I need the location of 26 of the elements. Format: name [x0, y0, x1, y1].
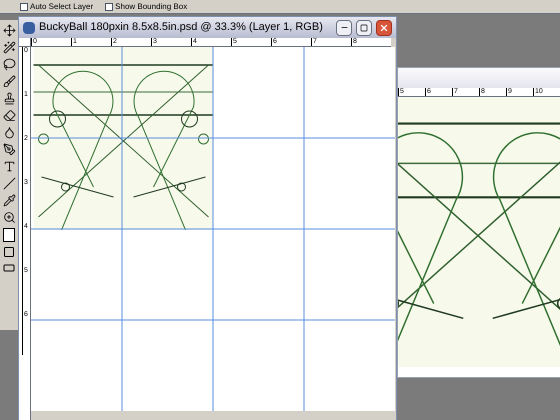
tool-icon[interactable] — [2, 24, 16, 37]
tool-icon[interactable] — [2, 92, 16, 105]
tool-icon[interactable] — [2, 109, 16, 122]
checkbox[interactable] — [105, 2, 114, 10]
close-button[interactable] — [376, 20, 392, 36]
tool-icon[interactable] — [2, 58, 16, 71]
screen-mode-icon[interactable] — [3, 262, 15, 274]
tool-icon[interactable] — [2, 211, 16, 224]
tool-icon[interactable] — [2, 126, 16, 139]
tool-icon[interactable] — [2, 143, 16, 156]
tool-icon[interactable] — [2, 177, 16, 190]
checkbox-label: Auto Select Layer — [30, 0, 94, 12]
tool-icon[interactable] — [2, 41, 16, 54]
tool-icon[interactable] — [2, 160, 16, 173]
maximize-button[interactable] — [356, 20, 372, 36]
color-swatch[interactable] — [3, 228, 15, 242]
app-icon — [23, 22, 35, 34]
window-title: BuckyBall 180pxin 8.5x8.5in.psd @ 33.3% (Layer 1, RGB) — [39, 20, 324, 36]
close-icon — [379, 22, 389, 32]
checkbox[interactable] — [20, 2, 28, 10]
tool-icon[interactable] — [2, 75, 16, 88]
tool-icon[interactable] — [2, 194, 16, 207]
checkbox-label: Show Bounding Box — [115, 0, 188, 12]
minimize-button[interactable] — [336, 20, 352, 36]
mask-mode-icon[interactable] — [3, 246, 15, 258]
maximize-icon — [360, 24, 368, 32]
